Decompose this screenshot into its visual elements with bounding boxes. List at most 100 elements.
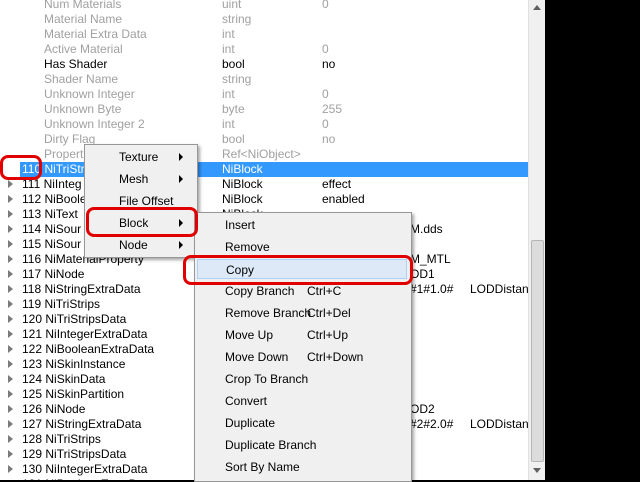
context-menu-item-mesh[interactable]: Mesh (87, 169, 193, 189)
row-name: 118 NiStringExtraData (22, 282, 141, 296)
scroll-down-arrow-icon[interactable] (533, 468, 541, 473)
tree-row-block[interactable]: 111 NiInteg NiBlock effect (0, 177, 528, 192)
menu-item-label: Convert (225, 394, 268, 408)
tree-row-field[interactable]: Unknown Integer 2 int 0 (0, 117, 528, 132)
row-value: enabled (322, 192, 365, 206)
block-menu-item-move-up[interactable]: Move Up Ctrl+Up (197, 325, 407, 345)
context-menu-item-texture[interactable]: Texture (87, 147, 193, 167)
expand-arrow-icon[interactable] (8, 225, 13, 233)
expand-arrow-icon[interactable] (8, 240, 13, 248)
block-menu-item-copy[interactable]: Copy (197, 259, 407, 279)
menu-item-label: Texture (119, 150, 159, 164)
row-name: 125 NiSkinPartition (22, 387, 125, 401)
block-menu-item-crop-to-branch[interactable]: Crop To Branch (197, 369, 407, 389)
tree-row-field[interactable]: Dirty Flag bool no (0, 132, 528, 147)
expand-arrow-icon[interactable] (8, 390, 13, 398)
row-value: effect (322, 177, 352, 191)
row-type: NiBlock (222, 192, 263, 206)
context-menu-item-node[interactable]: Node (87, 235, 193, 255)
menu-item-label: Move Down (225, 350, 289, 364)
tree-row-block[interactable]: 112 NiBoole NiBlock enabled (0, 192, 528, 207)
menu-item-label: File Offset (119, 194, 174, 208)
expand-arrow-icon[interactable] (8, 270, 13, 278)
scrollbar-thumb[interactable] (531, 240, 544, 462)
expand-arrow-icon[interactable] (8, 435, 13, 443)
row-value: OD2 (410, 402, 435, 416)
menu-item-label: Copy Branch (225, 284, 295, 298)
tree-row-field[interactable]: Has Shader bool no (0, 57, 528, 72)
row-name: Material Name (44, 12, 123, 26)
row-type: uint (222, 0, 242, 11)
expand-arrow-icon[interactable] (8, 195, 13, 203)
menu-item-label: Crop To Branch (225, 372, 309, 386)
tree-row-field[interactable]: Propert Ref<NiObject> (0, 147, 528, 162)
tree-row-field[interactable]: Unknown Integer int 0 (0, 87, 528, 102)
row-value: OD1 (410, 267, 435, 281)
expand-arrow-icon[interactable] (8, 360, 13, 368)
vertical-scrollbar[interactable] (528, 0, 545, 480)
expand-arrow-icon[interactable] (8, 255, 13, 263)
block-menu-item-duplicate[interactable]: Duplicate (197, 413, 407, 433)
expand-arrow-icon[interactable] (8, 300, 13, 308)
menu-item-shortcut: Ctrl+Up (307, 328, 349, 342)
row-name: 115 NiSour (22, 237, 82, 251)
row-name: 127 NiStringExtraData (22, 417, 142, 431)
row-value: M_MTL (410, 252, 451, 266)
row-type: int (222, 27, 235, 41)
tree-row-field[interactable]: Unknown Byte byte 255 (0, 102, 528, 117)
block-menu-item-remove[interactable]: Remove (197, 237, 407, 257)
row-type: Ref<NiObject> (222, 147, 301, 161)
row-extra: LODDistan (470, 417, 528, 431)
menu-item-shortcut: Ctrl+C (307, 284, 342, 298)
menu-item-label: Remove (225, 240, 270, 254)
expand-arrow-icon[interactable] (8, 450, 13, 458)
block-menu-item-remove-branch[interactable]: Remove Branch Ctrl+Del (197, 303, 407, 323)
expand-arrow-icon[interactable] (8, 315, 13, 323)
expand-arrow-icon[interactable] (8, 420, 13, 428)
expand-arrow-icon[interactable] (8, 375, 13, 383)
context-menu-item-file-offset[interactable]: File Offset (87, 191, 193, 211)
block-menu-item-insert[interactable]: Insert (197, 215, 407, 235)
menu-item-label: Insert (225, 218, 256, 232)
row-name: 119 NiTriStrips (22, 297, 101, 311)
menu-item-label: Move Up (225, 328, 274, 342)
row-name: Num Materials (44, 0, 122, 11)
menu-item-label: Duplicate Branch (225, 438, 317, 452)
expand-arrow-icon[interactable] (8, 165, 13, 173)
expand-arrow-icon[interactable] (8, 180, 13, 188)
row-name: 126 NiNode (22, 402, 86, 416)
tree-row-field[interactable]: Material Name string (0, 12, 528, 27)
block-menu-item-move-down[interactable]: Move Down Ctrl+Down (197, 347, 407, 367)
expand-arrow-icon[interactable] (8, 465, 13, 473)
tree-row-field[interactable]: Shader Name string (0, 72, 528, 87)
row-type: string (222, 12, 252, 26)
row-type: bool (222, 57, 245, 71)
tree-row-field[interactable]: Material Extra Data int (0, 27, 528, 42)
tree-row-field[interactable]: Active Material int 0 (0, 42, 528, 57)
row-name: Active Material (44, 42, 123, 56)
menu-item-label: Node (119, 238, 148, 252)
expand-arrow-icon[interactable] (8, 210, 13, 218)
expand-arrow-icon[interactable] (8, 405, 13, 413)
context-menu-item-block[interactable]: Block (87, 213, 193, 233)
menu-item-shortcut: Ctrl+Del (307, 306, 351, 320)
block-menu-item-sort-by-name[interactable]: Sort By Name (197, 457, 407, 477)
scroll-up-arrow-icon[interactable] (533, 5, 541, 10)
row-name: Propert (44, 147, 84, 161)
tree-row-field[interactable]: Num Materials uint 0 (0, 0, 528, 12)
block-menu-item-duplicate-branch[interactable]: Duplicate Branch (197, 435, 407, 455)
row-value: 0 (322, 42, 329, 56)
block-menu-item-convert[interactable]: Convert (197, 391, 407, 411)
row-name: Material Extra Data (44, 27, 147, 41)
row-type: int (222, 87, 235, 101)
row-name: 111 NiInteg (22, 177, 82, 191)
expand-arrow-icon[interactable] (8, 345, 13, 353)
submenu-arrow-icon (179, 219, 183, 227)
block-menu-item-copy-branch[interactable]: Copy Branch Ctrl+C (197, 281, 407, 301)
row-name: 130 NiIntegerExtraData (22, 462, 148, 476)
expand-arrow-icon[interactable] (8, 285, 13, 293)
submenu-arrow-icon (179, 175, 183, 183)
expand-arrow-icon[interactable] (8, 330, 13, 338)
menu-item-label: Duplicate (225, 416, 276, 430)
row-type: bool (222, 132, 245, 146)
